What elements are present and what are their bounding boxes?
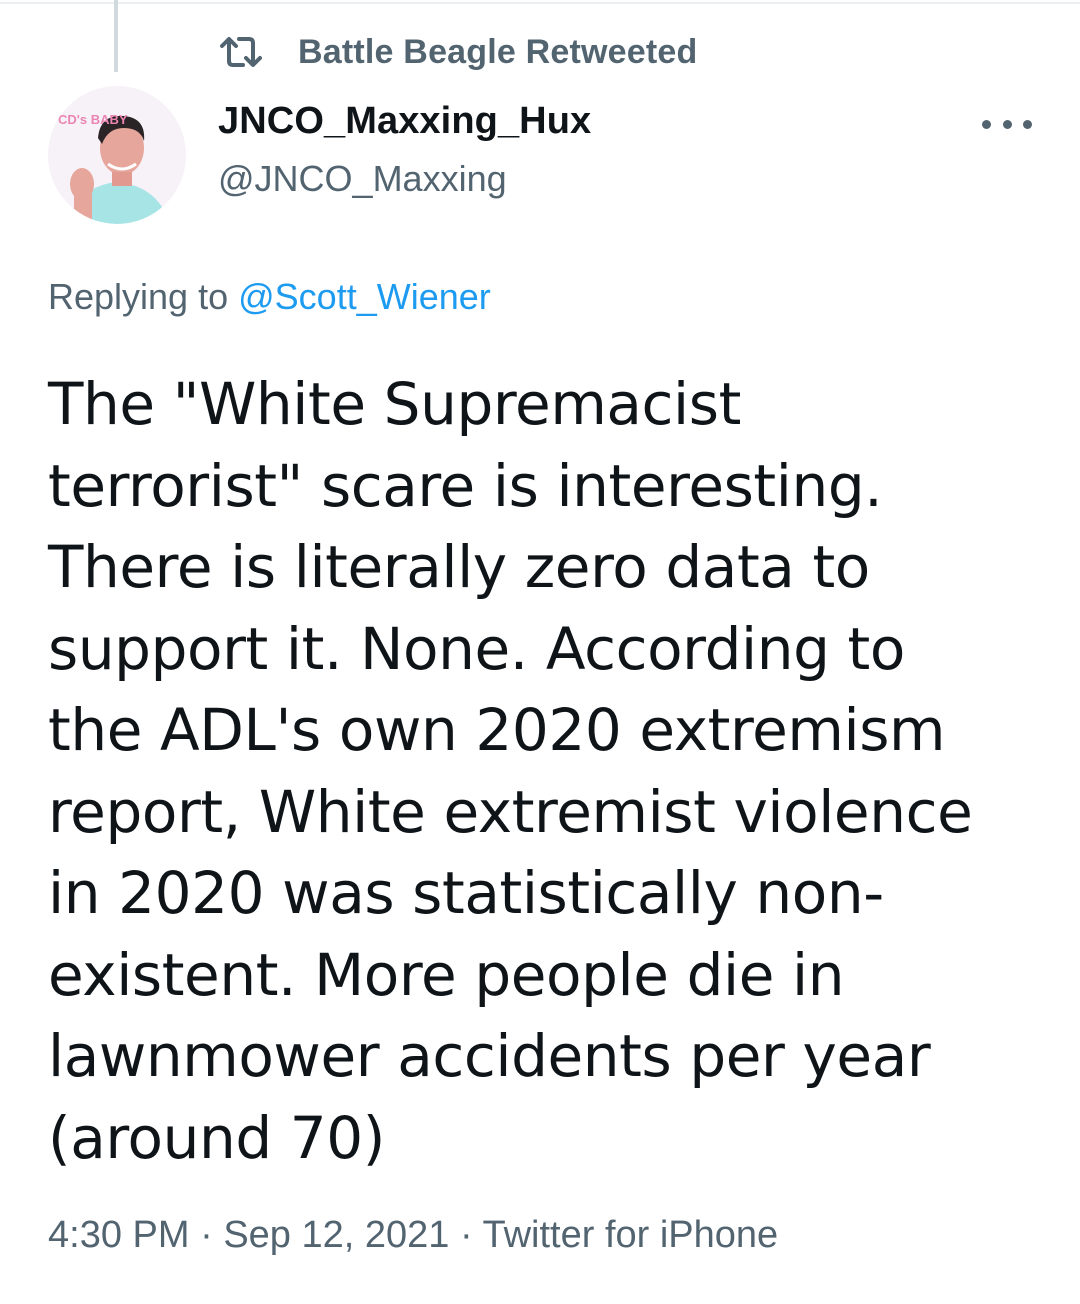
author-display-name[interactable]: JNCO_Maxxing_Hux — [218, 100, 591, 143]
meta-separator: · — [189, 1214, 224, 1256]
top-divider — [0, 2, 1080, 4]
tweet-metadata: 4:30 PM · Sep 12, 2021 · Twitter for iPh… — [48, 1214, 778, 1257]
retweet-label: Battle Beagle Retweeted — [298, 32, 698, 71]
more-dot — [1023, 119, 1032, 129]
more-options-icon[interactable] — [982, 104, 1032, 144]
retweet-context[interactable]: Battle Beagle Retweeted — [218, 30, 698, 74]
author-handle[interactable]: @JNCO_Maxxing — [218, 158, 507, 200]
reply-context: Replying to @Scott_Wiener — [48, 276, 491, 318]
tweet-text: The "White Supremacist terrorist" scare … — [48, 370, 973, 1172]
thread-connector-line — [114, 0, 118, 72]
more-dot — [1002, 119, 1012, 129]
tweet-date[interactable]: Sep 12, 2021 — [223, 1214, 449, 1256]
avatar-badge-text: CD's BABY — [58, 112, 128, 127]
retweet-icon — [218, 35, 264, 69]
avatar[interactable]: CD's BABY — [48, 86, 186, 224]
reply-mention-link[interactable]: @Scott_Wiener — [238, 276, 491, 317]
tweet-source[interactable]: Twitter for iPhone — [483, 1214, 779, 1256]
reply-prefix: Replying to — [48, 276, 239, 317]
tweet-time[interactable]: 4:30 PM — [48, 1214, 190, 1256]
more-dot — [982, 119, 991, 129]
meta-separator: · — [449, 1214, 483, 1256]
